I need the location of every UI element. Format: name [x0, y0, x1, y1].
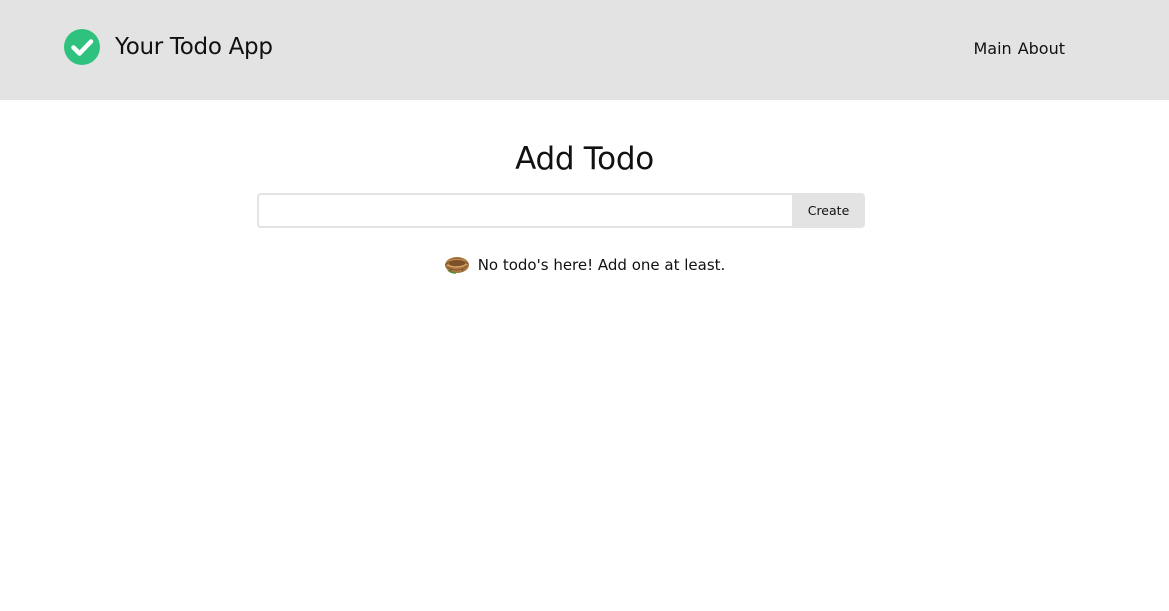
app-title: Your Todo App — [115, 34, 273, 60]
check-circle-icon — [64, 29, 100, 65]
add-todo-form: Create — [257, 193, 865, 228]
page-title: Add Todo — [515, 141, 654, 177]
empty-message: No todo's here! Add one at least. — [477, 256, 726, 274]
app-header: Your Todo App Main About — [0, 0, 1169, 100]
create-button[interactable]: Create — [792, 193, 865, 228]
nav-link-about[interactable]: About — [1018, 39, 1065, 59]
todo-input[interactable] — [257, 193, 792, 228]
main-nav: Main About — [973, 39, 1065, 59]
nav-link-main[interactable]: Main — [973, 39, 1011, 59]
brand-link[interactable]: Your Todo App — [64, 29, 273, 65]
empty-state: No todo's here! Add one at least. — [0, 254, 1169, 276]
nest-icon — [444, 257, 469, 274]
